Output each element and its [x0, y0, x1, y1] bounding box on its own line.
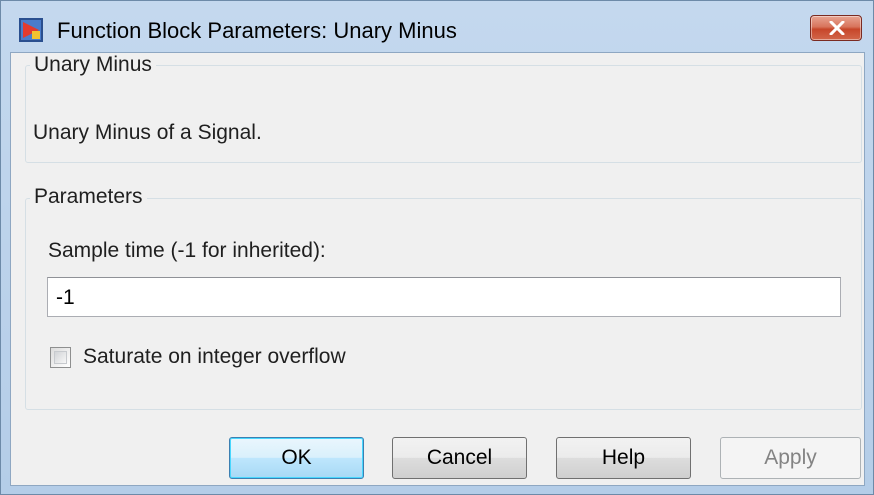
parameters-group-title: Parameters	[30, 186, 147, 208]
sample-time-input[interactable]: -1	[47, 277, 841, 317]
close-button[interactable]	[810, 15, 862, 41]
close-icon	[829, 21, 845, 35]
ok-button[interactable]: OK	[229, 437, 364, 479]
sample-time-label: Sample time (-1 for inherited):	[48, 239, 326, 262]
window-title: Function Block Parameters: Unary Minus	[57, 18, 457, 43]
title-bar[interactable]: Function Block Parameters: Unary Minus	[1, 1, 873, 43]
cancel-button[interactable]: Cancel	[392, 437, 527, 479]
dialog-window: Function Block Parameters: Unary Minus U…	[0, 0, 874, 495]
block-description: Unary Minus of a Signal.	[33, 121, 262, 144]
description-group	[25, 65, 862, 163]
apply-button: Apply	[720, 437, 861, 479]
description-group-title: Unary Minus	[30, 54, 156, 76]
saturate-checkbox[interactable]	[50, 347, 71, 368]
sample-time-value: -1	[56, 286, 75, 309]
simulink-block-icon	[19, 18, 43, 42]
dialog-client-area: Unary Minus Unary Minus of a Signal. Par…	[10, 52, 865, 486]
help-button[interactable]: Help	[556, 437, 691, 479]
saturate-label[interactable]: Saturate on integer overflow	[83, 345, 346, 369]
